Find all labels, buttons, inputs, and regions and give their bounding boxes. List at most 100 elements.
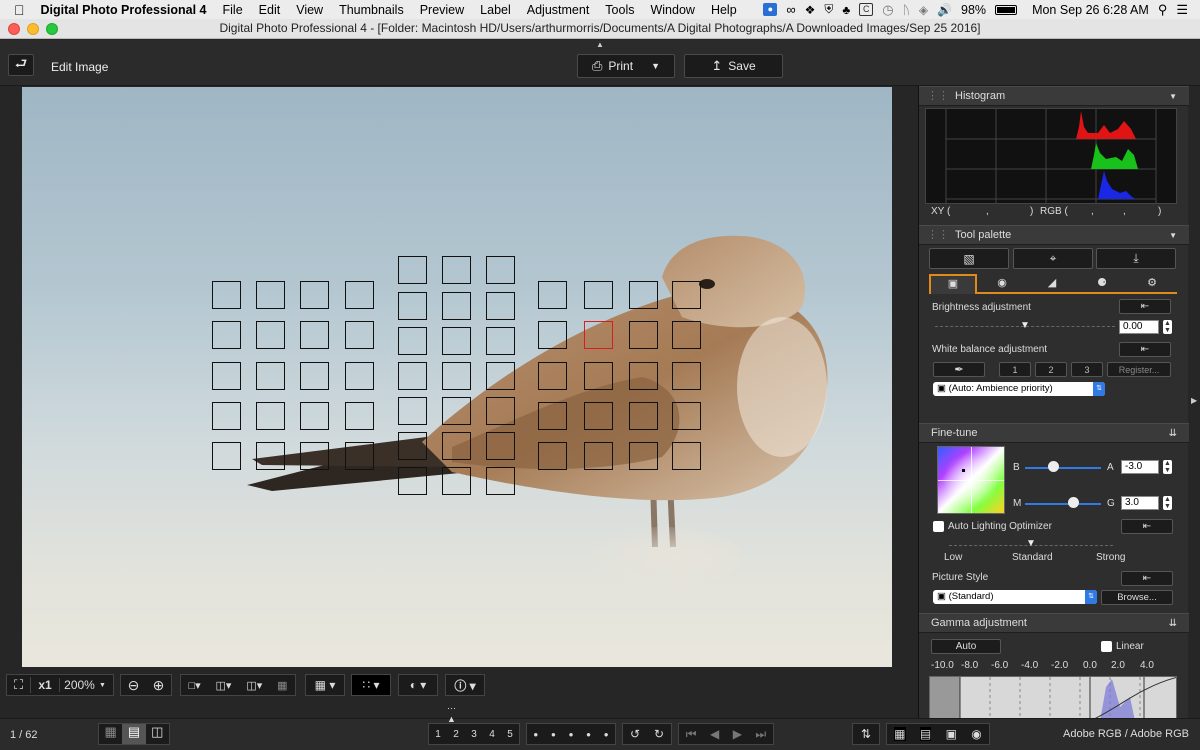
menu-adjustment[interactable]: Adjustment [527,3,590,17]
menu-file[interactable]: File [223,3,243,17]
zoom-level-select[interactable]: 200% [59,678,99,692]
brightness-stepper[interactable]: ▲ ▼ [1163,320,1172,334]
wb-slot-1[interactable]: 1 [999,362,1031,377]
menu-window[interactable]: Window [650,3,694,17]
chevron-down-icon[interactable]: ▼ [651,61,660,71]
collapse-double-icon[interactable]: ⇊ [1169,424,1177,443]
mg-stepper[interactable]: ▲ ▼ [1163,496,1172,510]
drag-handle-icon[interactable]: ⋮⋮ [927,87,949,106]
collapse-toolbar-icon[interactable]: ▲ [596,40,604,49]
alo-checkbox[interactable] [933,521,944,532]
photo-preview[interactable] [22,87,892,667]
fine-tune-header[interactable]: Fine-tune ⇊ [919,423,1189,443]
save-button[interactable]: ↥ Save [684,54,783,78]
c-app-icon[interactable]: C [859,3,874,16]
collapse-double-icon[interactable]: ⇊ [1169,614,1177,633]
menu-help[interactable]: Help [711,3,737,17]
mg-value-field[interactable]: 3.0 [1121,496,1159,510]
alo-slider-thumb[interactable]: ▼ [1026,538,1036,549]
linear-checkbox[interactable] [1101,641,1112,652]
apple-menu-icon[interactable]:  [14,2,25,18]
close-window-button[interactable] [8,23,20,35]
compare-view-icon[interactable]: ◫▾ [246,679,262,692]
menu-tools[interactable]: Tools [605,3,634,17]
dropbox-icon[interactable]: ❖ [805,3,816,17]
tool-category-output[interactable]: ⤓ [1096,248,1176,269]
rating-dot-4[interactable]: ● [586,730,591,739]
label-2[interactable]: 2 [453,729,459,740]
print-button[interactable]: ⎙ Print ▼ [577,54,675,78]
camera-icon[interactable]: ◉ [971,727,981,741]
resize-handle-icon[interactable]: ⋯ ▲ [447,703,456,724]
menu-label[interactable]: Label [480,3,511,17]
eyedropper-button[interactable]: ✒ [933,362,985,377]
preview-icon[interactable]: ▣ [946,727,957,741]
label-5[interactable]: 5 [507,729,513,740]
list-layout-icon[interactable]: ◫ [145,724,169,744]
zoom-in-icon[interactable]: ⊕ [153,677,165,694]
picture-style-select[interactable]: ▣ (Standard) ⇅ [933,590,1097,604]
drag-handle-icon[interactable]: ⋮⋮ [927,226,949,245]
menu-edit[interactable]: Edit [259,3,281,17]
ba-stepper[interactable]: ▲ ▼ [1163,460,1172,474]
alo-reset-button[interactable]: ⇤ [1121,519,1173,534]
filmstrip-layout-icon[interactable]: ▤ [122,724,146,744]
brightness-reset-button[interactable]: ⇤ [1119,299,1171,314]
picture-style-reset-button[interactable]: ⇤ [1121,571,1173,586]
wb-slot-2[interactable]: 2 [1035,362,1067,377]
rating-dot-2[interactable]: ● [551,730,556,739]
collapse-icon[interactable]: ▼ [1169,226,1177,245]
spotlight-icon[interactable]: ⚲ [1158,2,1168,18]
tab-settings[interactable]: ⚙ [1127,274,1177,294]
ba-slider-thumb[interactable] [1048,461,1059,472]
time-machine-icon[interactable]: ◷ [882,2,893,18]
histogram-header[interactable]: ⋮⋮ Histogram ▼ [919,86,1189,106]
single-view-icon[interactable]: □▾ [188,679,200,692]
menu-view[interactable]: View [296,3,323,17]
sort-icon[interactable]: ⇅ [861,727,871,741]
next-image-icon[interactable]: ▶ [733,727,742,741]
browse-button[interactable]: Browse... [1101,590,1173,605]
grid-layout-icon[interactable]: ▦ [99,724,123,744]
label-1[interactable]: 1 [435,729,441,740]
chevron-down-icon[interactable]: ▼ [99,682,106,689]
volume-icon[interactable]: 🔊 [937,3,952,17]
grid-overlay-icon[interactable]: ▦ [277,679,287,692]
rotate-right-icon[interactable]: ↻ [654,727,664,741]
evernote-icon[interactable]: ♣ [842,3,850,17]
zoom-out-icon[interactable]: ⊖ [128,677,140,694]
highlight-warning-icon[interactable]: ◐ ▾ [410,678,427,692]
color-grid-picker[interactable] [937,446,1005,514]
wifi-icon[interactable]: ◈ [919,3,928,17]
rating-dot-1[interactable]: ● [533,730,538,739]
wb-slot-3[interactable]: 3 [1071,362,1103,377]
tool-category-basic[interactable]: ▧ [929,248,1009,269]
ba-slider[interactable] [1025,467,1101,469]
color-grid-marker[interactable] [962,469,965,472]
white-balance-select[interactable]: ▣ (Auto: Ambience priority) ⇅ [933,382,1105,396]
collapse-icon[interactable]: ▼ [1169,87,1177,106]
edit-image-icon[interactable]: ▤ [919,727,932,741]
zoom-x1-button[interactable]: x1 [31,678,59,692]
last-image-icon[interactable]: ⏭ [755,727,766,742]
split-view-icon[interactable]: ◫▾ [216,679,232,692]
first-image-icon[interactable]: ⏮ [686,727,697,742]
mg-slider-thumb[interactable] [1068,497,1079,508]
tab-color[interactable]: ⚈ [1077,274,1127,294]
brightness-slider-thumb[interactable]: ▼ [1020,320,1030,331]
rating-dot-5[interactable]: ● [604,730,609,739]
notification-center-icon[interactable]: ☰ [1176,2,1188,18]
rating-dot-3[interactable]: ● [569,730,574,739]
mg-slider[interactable] [1025,503,1101,505]
menu-preview[interactable]: Preview [420,3,464,17]
grid-icon[interactable]: ▦ ▾ [315,678,336,692]
af-point-display-icon[interactable]: ∷ ▾ [363,678,380,692]
label-3[interactable]: 3 [471,729,477,740]
bluetooth-icon[interactable]: ᚢ [903,3,910,17]
rotate-left-icon[interactable]: ↺ [630,727,640,741]
tab-noise[interactable]: ◉ [977,274,1027,294]
info-icon[interactable]: ⓘ ▾ [454,677,475,694]
status-app-icon[interactable]: ● [763,3,778,16]
app-menu[interactable]: Digital Photo Professional 4 [41,3,207,17]
wb-register-button[interactable]: Register... [1107,362,1171,377]
